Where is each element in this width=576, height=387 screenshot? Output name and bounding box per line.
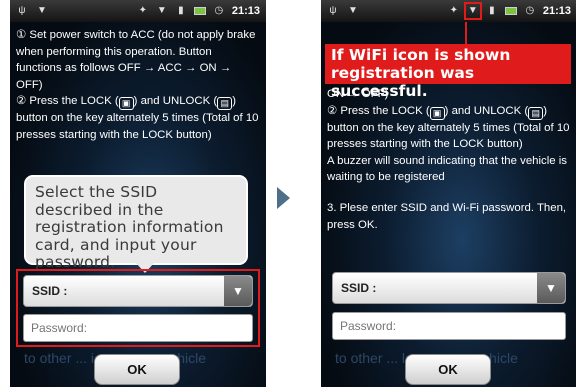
password-input[interactable]	[332, 312, 566, 340]
instruction-buzzer: A buzzer will sound indicating that the …	[327, 154, 567, 184]
wifi-icon: ▼	[463, 2, 482, 20]
status-bar: ψ ▼ ✦ ▼ ▮ ◷ 21:13	[321, 0, 576, 22]
ssid-label: SSID :	[341, 281, 377, 295]
instructions-text: ① Set power switch to ACC (do not apply …	[16, 27, 260, 144]
instruction-step-3: 3. Plese enter SSID and Wi-Fi password. …	[327, 201, 567, 231]
phone-screen-right: ψ ▼ ✦ ▼ ▮ ◷ 21:13 If WiFi icon is shown …	[321, 0, 576, 387]
usb-icon: ψ	[18, 5, 26, 16]
tooltip-callout: Select the SSID described in the registr…	[24, 175, 248, 273]
unlock-key-icon: ▤	[217, 97, 233, 111]
usb-icon: ψ	[329, 5, 337, 16]
ok-button[interactable]: OK	[94, 354, 180, 385]
instruction-on-off: ON → OFF)	[327, 88, 389, 100]
battery-icon	[193, 7, 206, 15]
status-bar: ψ ▼ ✦ ▼ ▮ ◷ 21:13	[10, 0, 266, 22]
status-time: 21:13	[542, 5, 571, 17]
bluetooth-icon: ✦	[449, 5, 459, 16]
status-time: 21:13	[231, 5, 260, 17]
instructions-text: ON → OFF) ② Press the LOCK (▣) and UNLOC…	[327, 86, 571, 233]
instruction-step-2: ② Press the LOCK (▣) and UNLOCK (▤) butt…	[327, 104, 570, 151]
phone-screen-left: ψ ▼ ✦ ▼ ▮ ◷ 21:13 ① Set power switch to …	[10, 0, 266, 387]
ok-button[interactable]: OK	[405, 354, 491, 385]
lock-key-icon: ▣	[429, 106, 445, 120]
ssid-dropdown[interactable]: SSID : ▼	[23, 275, 253, 307]
ssid-dropdown[interactable]: SSID : ▼	[332, 272, 566, 304]
clock-icon: ◷	[214, 5, 224, 16]
instruction-step-1: ① Set power switch to ACC (do not apply …	[16, 29, 256, 91]
password-input[interactable]	[23, 314, 253, 342]
battery-icon	[504, 7, 517, 15]
lock-key-icon: ▣	[118, 97, 134, 111]
instruction-step-2: ② Press the LOCK (▣) and UNLOCK (▤) butt…	[16, 95, 259, 141]
clock-icon: ◷	[525, 5, 535, 16]
chevron-down-icon[interactable]: ▼	[224, 276, 252, 306]
ssid-label: SSID :	[32, 284, 68, 298]
banner-pointer	[465, 22, 467, 44]
chevron-down-icon[interactable]: ▼	[537, 273, 565, 303]
bluetooth-icon: ✦	[138, 5, 148, 16]
credentials-highlight-box: SSID : ▼	[16, 269, 260, 347]
arrow-right-icon	[277, 187, 290, 209]
signal-icon: ▮	[178, 5, 184, 16]
success-banner: If WiFi icon is shown registration was s…	[325, 44, 571, 100]
signal-icon: ▮	[489, 5, 495, 16]
wifi-icon: ▼	[156, 5, 167, 16]
download-icon: ▼	[348, 5, 358, 16]
download-icon: ▼	[37, 5, 47, 16]
unlock-key-icon: ▤	[528, 106, 544, 120]
